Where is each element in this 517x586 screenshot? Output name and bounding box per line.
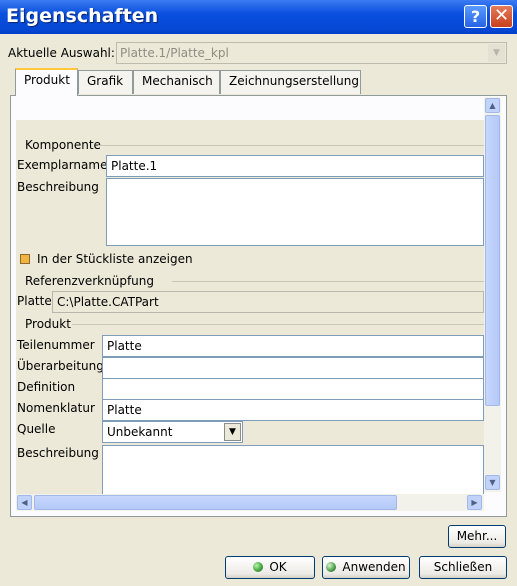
tab-grafik[interactable]: Grafik	[78, 70, 133, 94]
komponente-group-title: Komponente	[25, 138, 101, 152]
left-arrow-icon[interactable]: ◀	[17, 495, 32, 510]
nomenclature-value: Platte	[107, 403, 142, 417]
ok-button-label: OK	[269, 560, 287, 574]
close-window-button[interactable]: ✕	[490, 5, 513, 28]
properties-dialog: Eigenschaften ? ✕ Aktuelle Auswahl: Plat…	[0, 0, 517, 586]
definition-label: Definition	[17, 380, 76, 394]
right-arrow-icon[interactable]: ▶	[467, 495, 482, 510]
chevron-down-icon[interactable]: ▼	[224, 423, 241, 441]
group-divider	[98, 145, 484, 146]
product-description-field[interactable]	[102, 445, 484, 494]
horizontal-scrollbar[interactable]: ◀ ▶	[16, 494, 484, 511]
reference-link-label: Platte	[17, 294, 52, 308]
tab-zeichnungserstellung[interactable]: Zeichnungserstellung	[220, 70, 361, 94]
part-number-label: Teilenummer	[17, 338, 95, 352]
tab-label: Grafik	[87, 74, 124, 88]
source-label: Quelle	[17, 422, 56, 436]
bom-checkbox[interactable]	[20, 254, 30, 264]
part-number-value: Platte	[107, 339, 142, 353]
tab-produkt[interactable]: Produkt	[15, 68, 78, 96]
horizontal-scroll-thumb[interactable]	[34, 495, 397, 510]
more-button-label: Mehr...	[456, 529, 498, 543]
instance-name-value: Platte.1	[111, 159, 158, 173]
title-bar[interactable]: Eigenschaften ? ✕	[0, 0, 517, 34]
apply-button[interactable]: Anwenden	[322, 556, 410, 579]
revision-label: Überarbeitung	[17, 359, 104, 373]
close-button[interactable]: Schließen	[419, 556, 507, 579]
close-button-label: Schließen	[433, 560, 493, 574]
group-divider	[172, 281, 484, 282]
component-description-field[interactable]	[106, 178, 484, 246]
properties-scroll-area: Komponente Exemplarname Platte.1 Beschre…	[16, 120, 484, 494]
close-icon: ✕	[493, 5, 510, 26]
tab-label: Zeichnungserstellung	[229, 74, 359, 88]
nomenclature-field[interactable]: Platte	[102, 399, 484, 421]
definition-field[interactable]	[102, 378, 484, 400]
component-description-label: Beschreibung	[17, 180, 99, 194]
source-value: Unbekannt	[107, 425, 173, 439]
green-status-icon	[326, 562, 337, 572]
nomenclature-label: Nomenklatur	[17, 401, 95, 415]
ok-button[interactable]: OK	[225, 556, 315, 579]
revision-field[interactable]	[102, 357, 484, 379]
chevron-down-icon[interactable]: ▼	[488, 44, 505, 62]
vertical-scrollbar[interactable]: ▲ ▼	[484, 97, 501, 492]
instance-name-field[interactable]: Platte.1	[106, 155, 484, 177]
current-selection-value: Platte.1/Platte_kpl	[120, 46, 229, 60]
more-button[interactable]: Mehr...	[448, 525, 506, 548]
tab-mechanisch[interactable]: Mechanisch	[133, 70, 220, 94]
product-description-label: Beschreibung	[17, 446, 99, 460]
instance-name-label: Exemplarname	[17, 158, 108, 172]
up-arrow-icon[interactable]: ▲	[485, 98, 500, 113]
part-number-field[interactable]: Platte	[102, 335, 484, 357]
bom-label: In der Stückliste anzeigen	[37, 252, 193, 266]
current-selection-dropdown[interactable]: Platte.1/Platte_kpl ▼	[116, 42, 507, 64]
tab-label: Mechanisch	[142, 74, 213, 88]
vertical-scroll-thumb[interactable]	[485, 115, 500, 406]
group-divider	[72, 324, 484, 325]
produkt-group-title: Produkt	[25, 317, 71, 331]
reference-link-value: C:\Platte.CATPart	[57, 295, 159, 309]
green-status-icon	[253, 562, 264, 572]
window-title: Eigenschaften	[6, 5, 159, 27]
source-select[interactable]: Unbekannt ▼	[102, 421, 243, 443]
tab-label: Produkt	[24, 73, 70, 87]
down-arrow-icon[interactable]: ▼	[485, 475, 500, 490]
referenz-group-title: Referenzverknüpfung	[25, 274, 154, 288]
reference-link-field: C:\Platte.CATPart	[52, 291, 484, 313]
help-icon: ?	[470, 7, 481, 26]
apply-button-label: Anwenden	[342, 560, 406, 574]
help-button[interactable]: ?	[464, 5, 487, 28]
current-selection-label: Aktuelle Auswahl:	[8, 46, 115, 60]
